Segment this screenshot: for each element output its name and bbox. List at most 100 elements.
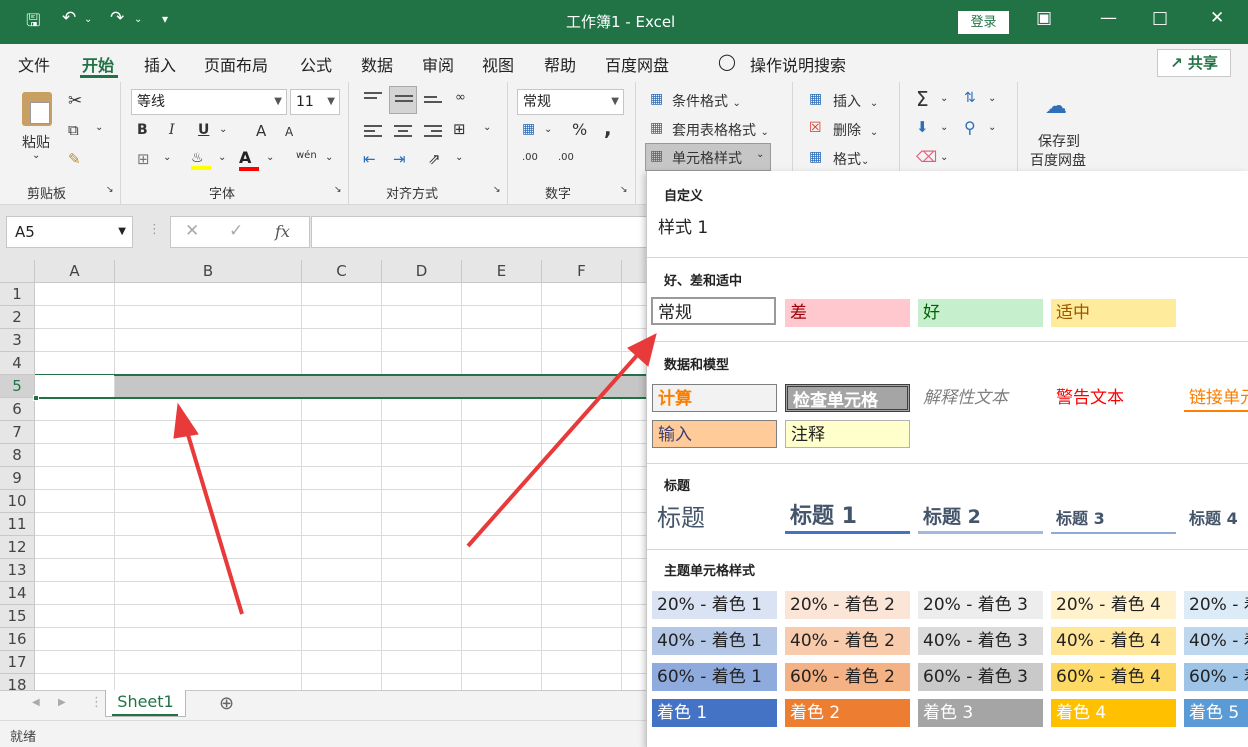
- italic-button[interactable]: I: [169, 122, 175, 138]
- paste-icon[interactable]: [22, 92, 52, 126]
- style-20-accent-2[interactable]: 20% - 着色 2: [785, 591, 910, 619]
- close-icon[interactable]: ✕: [1210, 8, 1224, 28]
- borders-icon[interactable]: ⊞: [137, 150, 150, 168]
- align-right-icon[interactable]: [424, 125, 442, 139]
- row-header[interactable]: 8: [0, 444, 35, 467]
- fill-color-button[interactable]: ♨: [191, 150, 211, 170]
- style-title[interactable]: 标题: [652, 502, 777, 534]
- redo-dropdown-icon[interactable]: ⌄: [134, 14, 142, 25]
- undo-icon[interactable]: ↶: [62, 8, 76, 28]
- underline-button[interactable]: U: [198, 122, 209, 138]
- style-60-accent-1[interactable]: 60% - 着色 1: [652, 663, 777, 691]
- column-header-b[interactable]: B: [115, 260, 302, 283]
- tab-more-icon[interactable]: ⋮: [90, 695, 103, 710]
- style-20-accent-3[interactable]: 20% - 着色 3: [918, 591, 1043, 619]
- tab-page-layout[interactable]: 页面布局: [204, 52, 268, 76]
- save-to-baidu-line2[interactable]: 百度网盘: [1030, 150, 1086, 170]
- style-good[interactable]: 好: [918, 299, 1043, 327]
- style-warning[interactable]: 警告文本: [1051, 384, 1176, 412]
- scroll-left-icon[interactable]: ◀: [32, 697, 40, 708]
- row-header[interactable]: 3: [0, 329, 35, 352]
- style-custom-1[interactable]: 样式 1: [653, 214, 773, 242]
- insert-cells-button[interactable]: 插入 ⌄: [833, 91, 878, 111]
- style-heading-1[interactable]: 标题 1: [785, 502, 910, 534]
- decrease-indent-icon[interactable]: ⇤: [363, 150, 376, 168]
- paste-button[interactable]: 粘贴: [22, 132, 50, 152]
- conditional-format-button[interactable]: 条件格式 ⌄: [672, 91, 741, 111]
- increase-decimal-button[interactable]: .00: [522, 152, 538, 163]
- worksheet-grid[interactable]: A B C D E F 1 2 3 4 5 6 7 8 9 10 11 12 1…: [0, 260, 648, 690]
- formula-input[interactable]: [311, 216, 648, 248]
- maximize-icon[interactable]: □: [1152, 8, 1168, 28]
- tab-baidu-netdisk[interactable]: 百度网盘: [605, 52, 669, 76]
- phonetic-button[interactable]: wén: [296, 150, 317, 161]
- format-painter-icon[interactable]: ✎: [68, 150, 81, 168]
- orientation-icon[interactable]: ⇗: [428, 150, 441, 168]
- row-header[interactable]: 4: [0, 352, 35, 375]
- tell-me-search[interactable]: 操作说明搜索: [750, 52, 846, 76]
- accounting-dropdown-icon[interactable]: ⌄: [544, 124, 552, 135]
- cell-styles-button[interactable]: ▦ 单元格样式 ⌄: [645, 143, 771, 171]
- style-40-accent-1[interactable]: 40% - 着色 1: [652, 627, 777, 655]
- row-header[interactable]: 7: [0, 421, 35, 444]
- bottom-align-icon[interactable]: [424, 96, 442, 110]
- row-header[interactable]: 2: [0, 306, 35, 329]
- tab-home[interactable]: 开始: [82, 52, 114, 76]
- name-box[interactable]: A5 ▼: [6, 216, 133, 248]
- orientation-dropdown-icon[interactable]: ⌄: [455, 152, 463, 163]
- fill-handle[interactable]: [33, 395, 39, 401]
- row-header[interactable]: 1: [0, 283, 35, 306]
- clipboard-launcher-icon[interactable]: ↘: [106, 185, 114, 195]
- sort-filter-icon[interactable]: ⇅: [964, 90, 976, 106]
- font-color-dropdown-icon[interactable]: ⌄: [266, 152, 274, 163]
- font-name-select[interactable]: 等线 ▼: [131, 89, 287, 115]
- row-header[interactable]: 10: [0, 490, 35, 513]
- ribbon-display-icon[interactable]: ▣: [1036, 8, 1052, 28]
- active-cell[interactable]: [35, 375, 114, 397]
- row-header-selected[interactable]: 5: [0, 375, 35, 398]
- save-to-baidu-line1[interactable]: 保存到: [1038, 131, 1080, 151]
- format-cells-button[interactable]: 格式⌄: [833, 149, 869, 169]
- style-20-accent-1[interactable]: 20% - 着色 1: [652, 591, 777, 619]
- increase-indent-icon[interactable]: ⇥: [393, 150, 406, 168]
- style-accent-1[interactable]: 着色 1: [652, 699, 777, 727]
- row-header[interactable]: 15: [0, 605, 35, 628]
- alignment-launcher-icon[interactable]: ↘: [493, 185, 501, 195]
- select-all-corner[interactable]: [0, 260, 35, 283]
- style-accent-3[interactable]: 着色 3: [918, 699, 1043, 727]
- column-header-e[interactable]: E: [462, 260, 542, 283]
- style-60-accent-2[interactable]: 60% - 着色 2: [785, 663, 910, 691]
- save-icon[interactable]: 🖫: [26, 8, 40, 37]
- font-color-button[interactable]: A: [239, 148, 259, 172]
- row-header[interactable]: 17: [0, 651, 35, 674]
- fill-color-dropdown-icon[interactable]: ⌄: [218, 152, 226, 163]
- decrease-decimal-button[interactable]: .00: [558, 152, 574, 163]
- tab-view[interactable]: 视图: [482, 52, 514, 76]
- style-normal[interactable]: 常规: [651, 297, 776, 325]
- style-40-accent-5[interactable]: 40% - 着色 5: [1184, 627, 1248, 655]
- style-input[interactable]: 输入: [652, 420, 777, 448]
- style-calculation[interactable]: 计算: [652, 384, 777, 412]
- cancel-icon[interactable]: ✕: [185, 221, 199, 241]
- grow-font-button[interactable]: A: [256, 122, 266, 140]
- row-header[interactable]: 13: [0, 559, 35, 582]
- find-select-icon[interactable]: ⚲: [964, 118, 976, 137]
- tab-formulas[interactable]: 公式: [300, 52, 332, 76]
- style-neutral[interactable]: 适中: [1051, 299, 1176, 327]
- style-explanatory[interactable]: 解释性文本: [918, 384, 1043, 412]
- style-40-accent-4[interactable]: 40% - 着色 4: [1051, 627, 1176, 655]
- clear-icon[interactable]: ⌫: [916, 148, 937, 166]
- autosum-icon[interactable]: Σ: [916, 87, 929, 111]
- bold-button[interactable]: B: [137, 122, 148, 138]
- enter-icon[interactable]: ✓: [229, 221, 243, 241]
- number-launcher-icon[interactable]: ↘: [620, 185, 628, 195]
- drag-handle-icon[interactable]: ⋮: [148, 222, 161, 237]
- column-header-f[interactable]: F: [542, 260, 622, 283]
- style-20-accent-5[interactable]: 20% - 着色 5: [1184, 591, 1248, 619]
- style-accent-2[interactable]: 着色 2: [785, 699, 910, 727]
- column-header-g[interactable]: [622, 260, 648, 283]
- autosum-dropdown-icon[interactable]: ⌄: [940, 93, 948, 104]
- format-as-table-button[interactable]: 套用表格格式 ⌄: [672, 120, 769, 140]
- row-header[interactable]: 6: [0, 398, 35, 421]
- wrap-text-icon[interactable]: ⊞: [453, 120, 466, 138]
